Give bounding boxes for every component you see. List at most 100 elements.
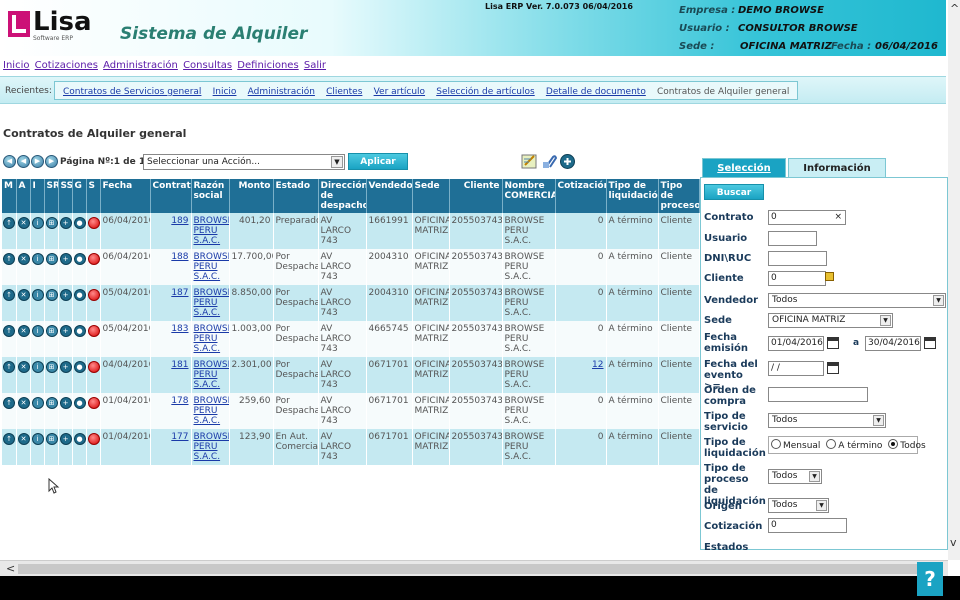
- globe-icon[interactable]: ●: [73, 217, 85, 229]
- table-row[interactable]: ↑✕i⊞+●05/04/2016187BROWSE PERU S.A.C.8.8…: [2, 285, 700, 321]
- recent-link[interactable]: Inicio: [213, 87, 237, 97]
- cotizacion-input[interactable]: 0: [768, 518, 847, 533]
- globe-icon[interactable]: ●: [73, 433, 85, 445]
- info-icon[interactable]: i: [31, 397, 43, 409]
- cancel-icon[interactable]: ✕: [17, 289, 29, 301]
- vertical-scrollbar[interactable]: ^ v: [948, 0, 960, 560]
- col-fecha[interactable]: Fecha: [100, 179, 151, 213]
- col-vendedor[interactable]: Vendedor: [366, 179, 413, 213]
- col-estado[interactable]: Estado: [273, 179, 319, 213]
- menu-definiciones[interactable]: Definiciones: [237, 60, 298, 71]
- status-red-icon[interactable]: [87, 217, 99, 229]
- globe-icon[interactable]: ●: [73, 253, 85, 265]
- vendedor-select[interactable]: Todos ▼: [768, 293, 946, 308]
- edit-note-icon[interactable]: [521, 153, 538, 170]
- scroll-thumb[interactable]: [18, 564, 928, 574]
- add-circle-icon[interactable]: +: [59, 253, 71, 265]
- scroll-left-icon[interactable]: <: [6, 562, 15, 575]
- status-red-icon[interactable]: [87, 289, 99, 301]
- arrow-up-icon[interactable]: ↑: [3, 433, 15, 445]
- tipo-proceso-select[interactable]: Todos ▼: [768, 469, 822, 484]
- menu-inicio[interactable]: Inicio: [3, 60, 29, 71]
- arrow-up-icon[interactable]: ↑: [3, 397, 15, 409]
- arrow-up-icon[interactable]: ↑: [3, 253, 15, 265]
- cell-contrato-link[interactable]: 181: [171, 360, 188, 370]
- cell-razon-social-link[interactable]: BROWSE PERU S.A.C.: [194, 324, 229, 354]
- info-icon[interactable]: i: [31, 325, 43, 337]
- col-s[interactable]: S: [86, 179, 101, 213]
- contrato-input[interactable]: 0 ×: [768, 210, 846, 225]
- cell-cotizacion-link[interactable]: 12: [592, 360, 603, 370]
- globe-icon[interactable]: ●: [73, 325, 85, 337]
- cell-contrato-link[interactable]: 189: [171, 216, 188, 226]
- cell-razon-social-link[interactable]: BROWSE PERU S.A.C.: [194, 252, 229, 282]
- menu-consultas[interactable]: Consultas: [183, 60, 232, 71]
- dni-ruc-input[interactable]: [768, 251, 827, 266]
- col-direccion[interactable]: Dirección de despacho: [318, 179, 367, 213]
- service-request-icon[interactable]: ⊞: [45, 217, 57, 229]
- radio-a-termino[interactable]: [826, 439, 837, 449]
- menu-salir[interactable]: Salir: [304, 60, 326, 71]
- cell-razon-social-link[interactable]: BROWSE PERU S.A.C.: [194, 288, 229, 318]
- usuario-input[interactable]: [768, 231, 817, 246]
- table-row[interactable]: ↑✕i⊞+●06/04/2016189BROWSE PERU S.A.C.401…: [2, 213, 700, 249]
- add-circle-icon[interactable]: +: [59, 217, 71, 229]
- calendar-icon[interactable]: [827, 362, 839, 374]
- globe-icon[interactable]: ●: [73, 361, 85, 373]
- cancel-icon[interactable]: ✕: [17, 361, 29, 373]
- globe-icon[interactable]: ●: [73, 397, 85, 409]
- add-circle-icon[interactable]: +: [59, 397, 71, 409]
- cancel-icon[interactable]: ✕: [17, 325, 29, 337]
- tipo-servicio-select[interactable]: Todos ▼: [768, 413, 886, 428]
- add-icon[interactable]: [559, 153, 576, 170]
- cell-razon-social-link[interactable]: BROWSE PERU S.A.C.: [194, 432, 229, 462]
- col-a[interactable]: A: [16, 179, 31, 213]
- cell-contrato-link[interactable]: 188: [171, 252, 188, 262]
- last-page-icon[interactable]: ▶: [45, 155, 58, 168]
- info-icon[interactable]: i: [31, 433, 43, 445]
- arrow-up-icon[interactable]: ↑: [3, 325, 15, 337]
- calendar-icon[interactable]: [827, 337, 839, 349]
- tab-seleccion[interactable]: Selección: [702, 158, 786, 177]
- status-red-icon[interactable]: [87, 325, 99, 337]
- radio-todos[interactable]: [888, 439, 899, 449]
- cell-contrato-link[interactable]: 183: [171, 324, 188, 334]
- globe-icon[interactable]: ●: [73, 289, 85, 301]
- apply-button[interactable]: Aplicar: [348, 153, 408, 170]
- cancel-icon[interactable]: ✕: [17, 253, 29, 265]
- action-select[interactable]: Seleccionar una Acción... ▼: [143, 154, 345, 170]
- cell-contrato-link[interactable]: 177: [171, 432, 188, 442]
- service-request-icon[interactable]: ⊞: [45, 433, 57, 445]
- recent-link[interactable]: Detalle de documento: [546, 87, 646, 97]
- attach-icon[interactable]: [541, 153, 558, 170]
- cell-contrato-link[interactable]: 187: [171, 288, 188, 298]
- arrow-up-icon[interactable]: ↑: [3, 289, 15, 301]
- col-i[interactable]: I: [30, 179, 45, 213]
- cancel-icon[interactable]: ✕: [17, 433, 29, 445]
- next-page-icon[interactable]: ▶: [31, 155, 44, 168]
- info-icon[interactable]: i: [31, 217, 43, 229]
- add-circle-icon[interactable]: +: [59, 361, 71, 373]
- table-row[interactable]: ↑✕i⊞+●05/04/2016183BROWSE PERU S.A.C.1.0…: [2, 321, 700, 357]
- prev-page-icon[interactable]: ◀: [17, 155, 30, 168]
- info-icon[interactable]: i: [31, 289, 43, 301]
- tab-informacion[interactable]: Información: [788, 158, 886, 177]
- col-g[interactable]: G: [72, 179, 87, 213]
- cell-razon-social-link[interactable]: BROWSE PERU S.A.C.: [194, 396, 229, 426]
- col-razon-social[interactable]: Razón social: [191, 179, 230, 213]
- scroll-down-icon[interactable]: v: [950, 536, 957, 549]
- orden-compra-input[interactable]: [768, 387, 868, 402]
- service-request-icon[interactable]: ⊞: [45, 325, 57, 337]
- col-monto[interactable]: Monto: [229, 179, 274, 213]
- radio-mensual[interactable]: [771, 439, 781, 449]
- cell-razon-social-link[interactable]: BROWSE PERU S.A.C.: [194, 216, 229, 246]
- cell-contrato-link[interactable]: 178: [171, 396, 188, 406]
- status-red-icon[interactable]: [87, 253, 99, 265]
- recent-link[interactable]: Contratos de Servicios general: [63, 87, 201, 97]
- service-request-icon[interactable]: ⊞: [45, 253, 57, 265]
- scroll-up-icon[interactable]: ^: [950, 2, 959, 15]
- table-row[interactable]: ↑✕i⊞+●06/04/2016188BROWSE PERU S.A.C.17.…: [2, 249, 700, 285]
- menu-cotizaciones[interactable]: Cotizaciones: [35, 60, 98, 71]
- lookup-icon[interactable]: [825, 272, 834, 281]
- arrow-up-icon[interactable]: ↑: [3, 217, 15, 229]
